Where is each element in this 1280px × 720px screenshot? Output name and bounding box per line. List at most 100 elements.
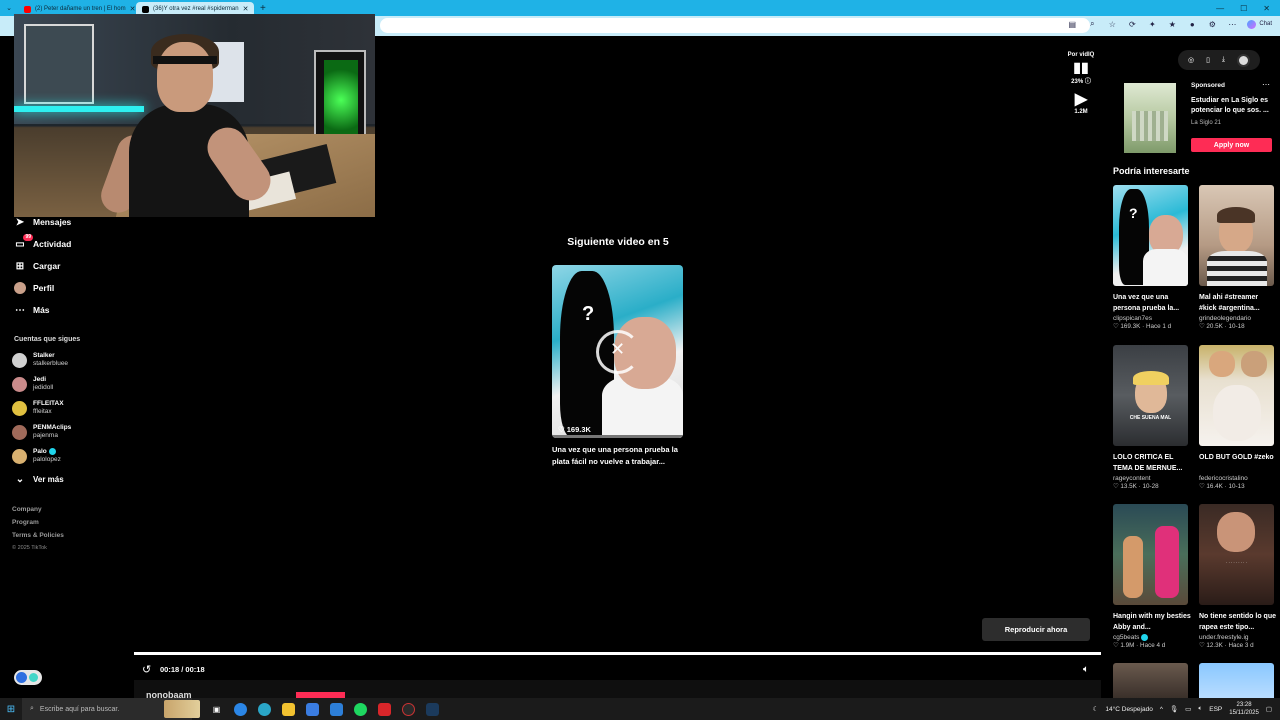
download-icon[interactable]: ⤓ <box>1222 56 1225 64</box>
phone-icon[interactable]: ▯ <box>1206 56 1210 64</box>
play-now-button[interactable]: Reproducir ahora <box>982 618 1090 641</box>
settings-icon[interactable]: ⚙ <box>1207 19 1217 29</box>
chat-button[interactable]: Chat <box>1247 19 1272 29</box>
close-tab-icon[interactable]: ✕ <box>243 5 249 13</box>
rec-thumbnail: · · · · · · · · · <box>1199 504 1274 605</box>
vidiq-widget[interactable]: Por vidIQ ▮▮ 23% ⓘ <box>1064 52 1098 85</box>
profile-icon[interactable]: ● <box>1187 19 1197 29</box>
ad-title[interactable]: Estudiar en La Siglo es potenciar lo que… <box>1191 96 1275 116</box>
rec-video-card[interactable]: ? Una vez que una persona prueba la... c… <box>1113 185 1191 330</box>
notifications-icon[interactable]: ▢ <box>1266 705 1272 713</box>
rec-thumbnail-partial[interactable] <box>1113 663 1188 698</box>
account-handle: ffleitax <box>33 408 52 415</box>
copilot-app-icon[interactable] <box>234 702 247 716</box>
views-widget[interactable]: ▶ 1.2M <box>1064 91 1098 115</box>
network-icon[interactable]: ▭ <box>1185 705 1191 713</box>
reader-icon[interactable]: ▤ <box>1067 19 1077 29</box>
rec-video-card[interactable]: Mal ahi #streamer #kick #argentina... gr… <box>1199 185 1277 330</box>
refresh-icon[interactable]: ⟳ <box>1127 19 1137 29</box>
streaming-app-icon[interactable] <box>378 702 391 716</box>
spotify-icon[interactable] <box>354 702 367 716</box>
obs-icon[interactable] <box>402 702 415 716</box>
volume-tray-icon[interactable]: 🔈︎ <box>1198 705 1202 713</box>
nav-item-profile[interactable]: Perfil <box>14 282 54 294</box>
windows-start-icon[interactable]: ⊞ <box>0 704 22 715</box>
notification-badge: 99 <box>23 234 33 241</box>
following-account[interactable]: Palo palolopez <box>12 448 61 464</box>
rec-thumbnail-partial[interactable] <box>1199 663 1274 698</box>
plus-square-icon: ⊞ <box>15 260 25 272</box>
close-tab-icon[interactable]: ✕ <box>130 5 136 13</box>
rec-thumbnail <box>1199 185 1274 286</box>
store-icon[interactable] <box>306 702 319 716</box>
verified-icon <box>48 448 56 455</box>
close-window-icon[interactable]: ✕ <box>1263 4 1270 13</box>
rec-user: federicocristalino <box>1199 475 1248 482</box>
clock-date: 15/11/2025 <box>1229 710 1259 716</box>
rec-video-card[interactable]: · · · · · · · · · No tiene sentido lo qu… <box>1199 504 1277 649</box>
nav-item-activity[interactable]: ▭ 99 Actividad <box>14 234 71 250</box>
zoom-icon[interactable]: ⌕ <box>1087 19 1097 29</box>
user-avatar[interactable] <box>1236 53 1250 67</box>
ad-menu-icon[interactable]: ⋯ <box>1262 80 1270 89</box>
nav-item-upload[interactable]: ⊞ Cargar <box>14 260 61 272</box>
rec-stats: ♡ 1.9M · Hace 4 d <box>1113 642 1166 650</box>
mail-icon[interactable] <box>330 702 343 716</box>
minimize-icon[interactable]: — <box>1216 4 1224 13</box>
volume-icon[interactable]: 🔈︎ <box>1083 664 1089 675</box>
footer-link-company[interactable]: Company <box>12 506 42 513</box>
inbox-icon: ▭ 99 <box>15 234 33 250</box>
clock[interactable]: 23:28 15/11/2025 <box>1229 701 1259 717</box>
maximize-icon[interactable]: ☐ <box>1240 4 1247 13</box>
tray-chevron-icon[interactable]: ^ <box>1160 706 1163 713</box>
nav-item-messages[interactable]: ➤ Mensajes <box>14 216 71 228</box>
rec-video-card[interactable]: CHE SUENA MAL LOLO CRITICA EL TEMA DE ME… <box>1113 345 1191 490</box>
nav-item-more[interactable]: ⋯ Más <box>14 304 50 316</box>
app-toggle[interactable] <box>14 670 42 685</box>
search-highlight-image[interactable] <box>164 700 200 718</box>
following-account[interactable]: Jedi jedidoll <box>12 376 53 392</box>
heart-icon: ♡ <box>1199 483 1205 490</box>
footer-link-terms[interactable]: Terms & Policies <box>12 532 64 539</box>
compass-icon[interactable]: ◎ <box>1188 56 1194 64</box>
address-bar[interactable] <box>380 18 1090 33</box>
weather-text[interactable]: 14°C Despejado <box>1105 706 1152 713</box>
rec-video-card[interactable]: Hangin with my besties Abby and... cg5be… <box>1113 504 1191 649</box>
favorites-icon[interactable]: ★ <box>1167 19 1177 29</box>
steam-icon[interactable] <box>426 702 439 716</box>
tab-menu-icon[interactable]: ⌄ <box>0 4 18 12</box>
ad-thumbnail[interactable] <box>1124 83 1176 153</box>
rec-user: under.freestyle.ig <box>1199 634 1249 641</box>
heart-icon: ♡ <box>1113 483 1119 490</box>
cancel-autoplay-icon[interactable]: ✕ <box>610 339 625 360</box>
see-more-label: Ver más <box>33 474 64 484</box>
star-icon[interactable]: ☆ <box>1107 19 1117 29</box>
apply-now-button[interactable]: Apply now <box>1191 138 1272 152</box>
heart-icon: ♡ <box>1199 323 1205 330</box>
account-handle: jedidoll <box>33 384 54 391</box>
replay-icon[interactable]: ↺ <box>142 663 151 676</box>
following-account[interactable]: FFLEITAX ffleitax <box>12 400 64 416</box>
file-explorer-icon[interactable] <box>282 702 295 716</box>
footer-link-program[interactable]: Program <box>12 519 39 526</box>
rec-stats: ♡ 12.3K · Hace 3 d <box>1199 642 1254 649</box>
nav-label: Más <box>33 305 50 315</box>
extension-icon[interactable]: ✦ <box>1147 19 1157 29</box>
more-icon[interactable]: ⋯ <box>1227 19 1237 29</box>
language-indicator[interactable]: ESP <box>1209 706 1222 713</box>
see-more-button[interactable]: ⌄ Ver más <box>14 473 64 485</box>
toggle-dot-icon <box>29 673 38 682</box>
following-account[interactable]: Stalker stalkerbluee <box>12 352 68 368</box>
new-tab-button[interactable]: + <box>254 3 272 14</box>
rec-video-card[interactable]: OLD BUT GOLD #zeko federicocristalino ♡ … <box>1199 345 1277 490</box>
next-video-card[interactable]: ? ✕ ♡ 169.3K <box>552 265 683 438</box>
heart-icon: ♡ <box>1199 642 1205 649</box>
rec-title: Hangin with my besties Abby and... <box>1113 613 1191 631</box>
mic-icon[interactable]: 🎙︎ <box>1170 705 1178 713</box>
following-account[interactable]: PENMAclips pajenma <box>12 424 71 440</box>
task-view-icon[interactable]: ▣ <box>210 703 223 716</box>
video-progress-bar[interactable] <box>134 652 1101 655</box>
edge-icon[interactable] <box>258 702 271 716</box>
account-name: Stalker <box>33 352 55 359</box>
next-video-description[interactable]: Una vez que una persona prueba la plata … <box>552 444 692 468</box>
